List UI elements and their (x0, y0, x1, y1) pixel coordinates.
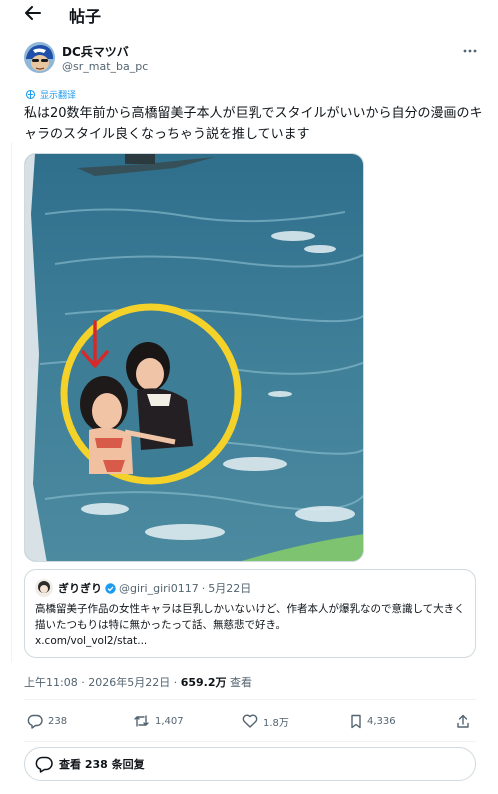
quoted-avatar-image (35, 579, 53, 597)
repost-icon (134, 715, 149, 727)
view-replies-button[interactable]: 查看 238 条回复 (24, 747, 476, 781)
tweet-time[interactable]: 上午11:08 (24, 676, 78, 689)
tweet-timestamp-row: 上午11:08 · 2026年5月22日 · 659.2万 查看 (24, 674, 252, 690)
share-button[interactable] (456, 711, 470, 731)
quoted-header: ぎりぎり @giri_giri0117 · 5月22日 (58, 580, 251, 596)
more-options-button[interactable] (458, 43, 482, 59)
quoted-avatar[interactable] (35, 579, 53, 597)
quoted-separator: · (201, 581, 206, 595)
quoted-link[interactable]: x.com/vol_vol2/stat... (35, 635, 147, 647)
quoted-date: 5月22日 (208, 582, 252, 595)
timeline-border (11, 142, 12, 662)
share-icon (457, 714, 469, 728)
reply-icon (27, 714, 43, 729)
photo-beach-image (25, 154, 363, 561)
reply-bubble-icon (35, 756, 53, 773)
view-replies-label: 查看 238 条回复 (59, 758, 145, 771)
meta-separator-2: · (173, 676, 178, 689)
bookmark-button[interactable]: 4,336 (350, 711, 396, 731)
page-title: 帖子 (69, 7, 102, 26)
quoted-body: 高橋留美子作品の女性キャラは巨乳しかいないけど、作者本人が爆乳なので意識して大き… (35, 603, 465, 631)
views-label: 查看 (230, 676, 252, 689)
views-count: 659.2万 (180, 676, 227, 689)
quoted-display-name[interactable]: ぎりぎり (58, 580, 102, 596)
more-horizontal-icon (463, 49, 477, 53)
heart-icon (242, 714, 258, 728)
divider-bottom (24, 741, 476, 742)
bookmark-count: 4,336 (367, 715, 396, 727)
reply-count: 238 (48, 715, 68, 727)
repost-count: 1,407 (155, 715, 184, 727)
author-handle[interactable]: @sr_mat_ba_pc (62, 60, 148, 73)
reply-button[interactable]: 238 (27, 711, 67, 731)
tweet-text: 私は20数年前から高橋留美子本人が巨乳でスタイルがいいから自分の漫画のキャラのス… (24, 106, 483, 142)
tweet-photo[interactable] (24, 153, 364, 562)
like-count: 1.8万 (263, 717, 289, 729)
verified-badge-icon (105, 582, 116, 594)
show-translation-label: 显示翻译 (40, 90, 77, 101)
quoted-tweet[interactable]: ぎりぎり @giri_giri0117 · 5月22日 高橋留美子作品の女性キャ… (24, 569, 476, 658)
repost-button[interactable]: 1,407 (133, 711, 184, 731)
quoted-handle: @giri_giri0117 (119, 581, 199, 595)
translate-icon (25, 89, 36, 99)
avatar-image (24, 42, 55, 73)
bookmark-icon (351, 714, 361, 728)
action-bar: 238 1,407 1.8万 4,336 (24, 711, 476, 731)
divider-top (24, 699, 476, 700)
top-bar: 帖子 (0, 0, 498, 28)
show-translation-link[interactable]: 显示翻译 (25, 87, 76, 101)
tweet-date[interactable]: 2026年5月22日 (88, 676, 170, 689)
back-button[interactable] (20, 2, 46, 24)
quoted-text: 高橋留美子作品の女性キャラは巨乳しかいないけど、作者本人が爆乳なので意識して大き… (35, 601, 467, 649)
avatar[interactable] (24, 42, 55, 73)
like-button[interactable]: 1.8万 (242, 711, 289, 731)
arrow-left-icon (25, 6, 41, 20)
meta-separator: · (81, 676, 85, 689)
author-display-name[interactable]: DC兵マツバ (62, 43, 129, 60)
